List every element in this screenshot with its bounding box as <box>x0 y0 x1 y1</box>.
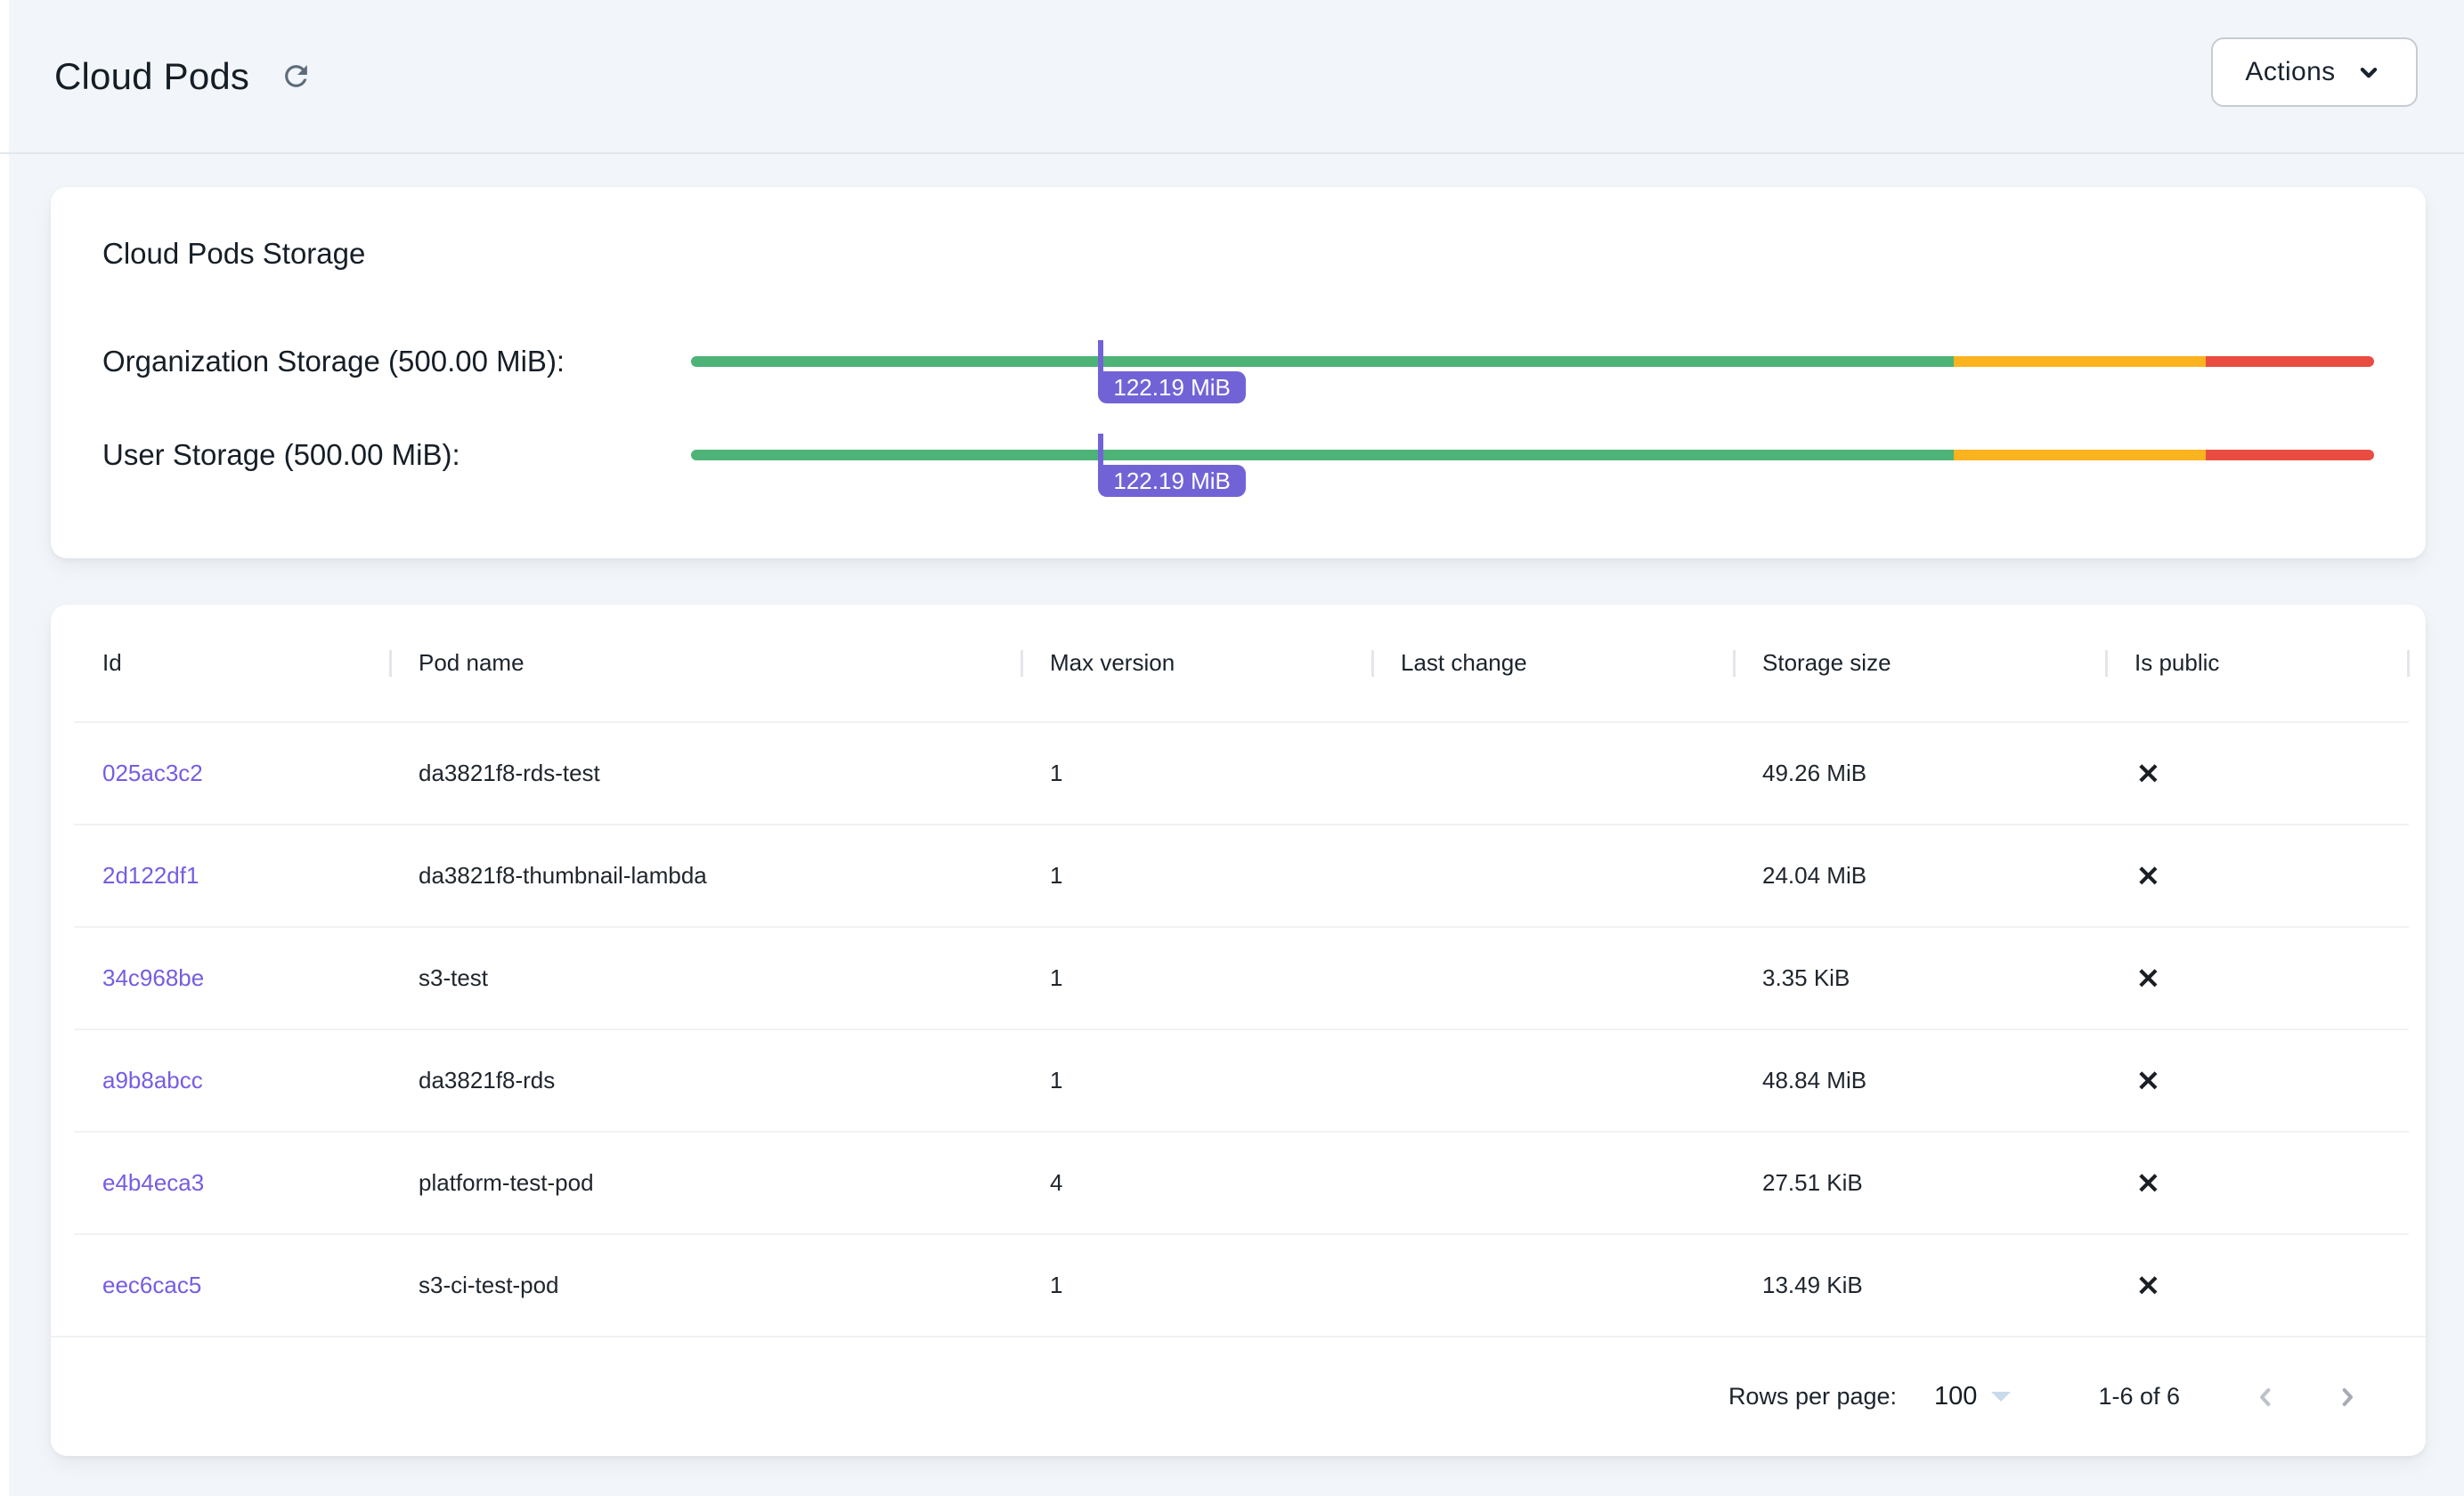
column-header-max-version[interactable]: Max version <box>1021 605 1372 721</box>
chevron-left-icon <box>2251 1383 2280 1411</box>
column-header-id[interactable]: Id <box>74 605 390 721</box>
storage-size-cell: 3.35 KiB <box>1734 964 2106 992</box>
column-header-is-public[interactable]: Is public <box>2106 605 2409 721</box>
user-storage-bar: 122.19 MiB <box>691 450 2374 460</box>
storage-bar-amber-segment <box>1954 450 2207 460</box>
storage-bar-track <box>691 356 2374 367</box>
rows-per-page-value: 100 <box>1934 1382 1977 1411</box>
chevron-right-icon <box>2333 1383 2362 1411</box>
not-public-icon: ✕ <box>2136 1270 2160 1302</box>
pagination-range-label: 1-6 of 6 <box>2098 1383 2180 1411</box>
not-public-icon: ✕ <box>2136 1065 2160 1097</box>
table-pagination: Rows per page: 100 1-6 of 6 <box>51 1336 2426 1456</box>
storage-bar-green-segment <box>691 356 1954 367</box>
column-header-storage-size[interactable]: Storage size <box>1734 605 2106 721</box>
table-header-row: Id Pod name Max version Last change Stor… <box>74 605 2409 721</box>
table-body: 025ac3c2 da3821f8-rds-test 1 49.26 MiB ✕… <box>51 721 2426 1336</box>
storage-bar-amber-segment <box>1954 356 2207 367</box>
storage-usage-badge: 122.19 MiB <box>1098 465 1246 497</box>
page-title: Cloud Pods <box>54 55 249 98</box>
pod-name-cell: da3821f8-rds-test <box>390 760 1021 787</box>
storage-usage-marker-line <box>1098 434 1103 465</box>
previous-page-button[interactable] <box>2244 1376 2287 1419</box>
pod-id-link[interactable]: a9b8abcc <box>102 1067 203 1094</box>
organization-storage-meter: Organization Storage (500.00 MiB): 122.1… <box>102 317 2374 406</box>
cloud-pods-table-card: Id Pod name Max version Last change Stor… <box>51 605 2426 1456</box>
organization-storage-label: Organization Storage (500.00 MiB): <box>102 345 691 378</box>
not-public-icon: ✕ <box>2136 860 2160 892</box>
pod-id-link[interactable]: 2d122df1 <box>102 862 199 889</box>
max-version-cell: 1 <box>1021 964 1372 992</box>
pod-id-link[interactable]: eec6cac5 <box>102 1272 201 1298</box>
storage-bar-track <box>691 450 2374 460</box>
refresh-icon <box>280 60 313 93</box>
max-version-cell: 1 <box>1021 862 1372 890</box>
pod-name-cell: s3-test <box>390 964 1021 992</box>
actions-button[interactable]: Actions <box>2211 37 2418 107</box>
organization-storage-bar: 122.19 MiB <box>691 356 2374 367</box>
storage-size-cell: 24.04 MiB <box>1734 862 2106 890</box>
pod-name-cell: platform-test-pod <box>390 1169 1021 1197</box>
column-header-last-change[interactable]: Last change <box>1372 605 1734 721</box>
page-header: Cloud Pods Actions <box>0 0 2464 154</box>
rows-per-page-label: Rows per page: <box>1728 1383 1897 1411</box>
table-row: e4b4eca3 platform-test-pod 4 27.51 KiB ✕ <box>74 1131 2409 1233</box>
table-row: eec6cac5 s3-ci-test-pod 1 13.49 KiB ✕ <box>74 1233 2409 1336</box>
pod-name-cell: da3821f8-thumbnail-lambda <box>390 862 1021 890</box>
pod-id-link[interactable]: e4b4eca3 <box>102 1169 204 1196</box>
table-row: a9b8abcc da3821f8-rds 1 48.84 MiB ✕ <box>74 1028 2409 1131</box>
user-storage-label: User Storage (500.00 MiB): <box>102 438 691 472</box>
refresh-button[interactable] <box>276 57 315 96</box>
pod-name-cell: s3-ci-test-pod <box>390 1272 1021 1299</box>
storage-usage-badge: 122.19 MiB <box>1098 371 1246 403</box>
user-storage-meter: User Storage (500.00 MiB): 122.19 MiB <box>102 411 2374 500</box>
storage-bar-red-segment <box>2206 356 2374 367</box>
next-page-button[interactable] <box>2326 1376 2369 1419</box>
chevron-down-icon <box>2354 57 2384 87</box>
pod-name-cell: da3821f8-rds <box>390 1067 1021 1094</box>
storage-bar-red-segment <box>2206 450 2374 460</box>
storage-size-cell: 49.26 MiB <box>1734 760 2106 787</box>
table-row: 025ac3c2 da3821f8-rds-test 1 49.26 MiB ✕ <box>74 721 2409 824</box>
storage-bar-green-segment <box>691 450 1954 460</box>
max-version-cell: 4 <box>1021 1169 1372 1197</box>
storage-usage-marker-line <box>1098 340 1103 371</box>
page-left-gutter <box>0 0 9 1496</box>
table-row: 34c968be s3-test 1 3.35 KiB ✕ <box>74 926 2409 1028</box>
storage-size-cell: 13.49 KiB <box>1734 1272 2106 1299</box>
storage-card-title: Cloud Pods Storage <box>102 235 2374 272</box>
dropdown-caret-icon <box>1991 1392 2011 1402</box>
not-public-icon: ✕ <box>2136 963 2160 995</box>
max-version-cell: 1 <box>1021 760 1372 787</box>
actions-button-label: Actions <box>2245 57 2335 87</box>
max-version-cell: 1 <box>1021 1067 1372 1094</box>
column-header-pod-name[interactable]: Pod name <box>390 605 1021 721</box>
not-public-icon: ✕ <box>2136 1167 2160 1199</box>
pod-id-link[interactable]: 34c968be <box>102 964 204 991</box>
table-row: 2d122df1 da3821f8-thumbnail-lambda 1 24.… <box>74 824 2409 926</box>
pod-id-link[interactable]: 025ac3c2 <box>102 760 203 786</box>
rows-per-page-select[interactable]: 100 <box>1929 1381 2016 1412</box>
storage-size-cell: 27.51 KiB <box>1734 1169 2106 1197</box>
storage-card: Cloud Pods Storage Organization Storage … <box>51 187 2426 558</box>
storage-size-cell: 48.84 MiB <box>1734 1067 2106 1094</box>
not-public-icon: ✕ <box>2136 758 2160 790</box>
max-version-cell: 1 <box>1021 1272 1372 1299</box>
